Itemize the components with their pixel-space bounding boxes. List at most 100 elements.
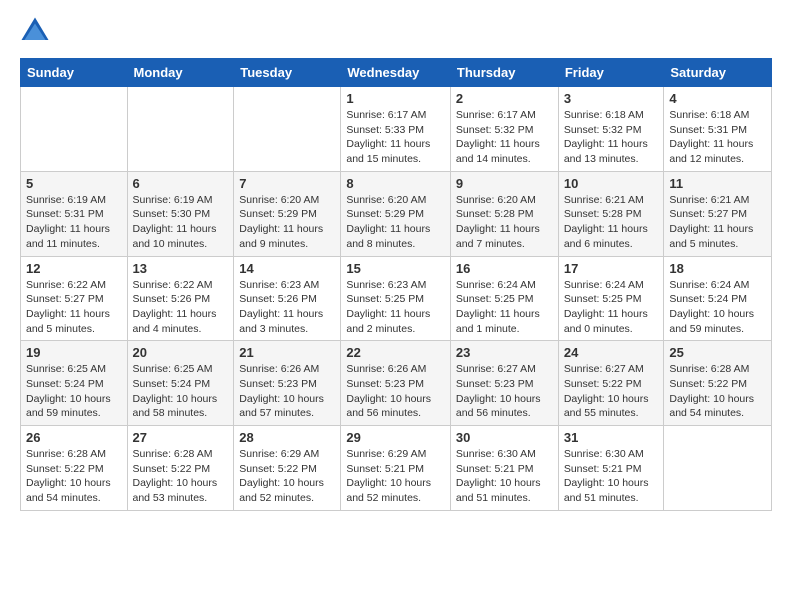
day-cell: 3 Sunrise: 6:18 AM Sunset: 5:32 PM Daylig…	[558, 87, 664, 172]
day-number: 17	[564, 261, 659, 276]
day-number: 21	[239, 345, 335, 360]
day-info: Sunrise: 6:20 AM Sunset: 5:29 PM Dayligh…	[346, 193, 445, 252]
day-info: Sunrise: 6:20 AM Sunset: 5:28 PM Dayligh…	[456, 193, 553, 252]
day-number: 29	[346, 430, 445, 445]
day-info: Sunrise: 6:27 AM Sunset: 5:23 PM Dayligh…	[456, 362, 553, 421]
day-info: Sunrise: 6:30 AM Sunset: 5:21 PM Dayligh…	[564, 447, 659, 506]
day-cell	[127, 87, 234, 172]
day-cell: 6 Sunrise: 6:19 AM Sunset: 5:30 PM Daylig…	[127, 171, 234, 256]
day-cell: 26Sunrise: 6:28 AM Sunset: 5:22 PM Dayli…	[21, 426, 128, 511]
day-info: Sunrise: 6:24 AM Sunset: 5:25 PM Dayligh…	[564, 278, 659, 337]
day-number: 23	[456, 345, 553, 360]
day-info: Sunrise: 6:29 AM Sunset: 5:22 PM Dayligh…	[239, 447, 335, 506]
day-number: 25	[669, 345, 766, 360]
day-number: 13	[133, 261, 229, 276]
day-info: Sunrise: 6:29 AM Sunset: 5:21 PM Dayligh…	[346, 447, 445, 506]
day-info: Sunrise: 6:21 AM Sunset: 5:28 PM Dayligh…	[564, 193, 659, 252]
logo	[20, 16, 54, 46]
day-number: 18	[669, 261, 766, 276]
day-cell: 24 Sunrise: 6:27 AM Sunset: 5:22 PM Dayli…	[558, 341, 664, 426]
day-info: Sunrise: 6:26 AM Sunset: 5:23 PM Dayligh…	[239, 362, 335, 421]
day-info: Sunrise: 6:25 AM Sunset: 5:24 PM Dayligh…	[26, 362, 122, 421]
header-row: SundayMondayTuesdayWednesdayThursdayFrid…	[21, 59, 772, 87]
header-day-thursday: Thursday	[450, 59, 558, 87]
day-number: 10	[564, 176, 659, 191]
day-number: 2	[456, 91, 553, 106]
day-cell: 25Sunrise: 6:28 AM Sunset: 5:22 PM Dayli…	[664, 341, 772, 426]
week-row-3: 12 Sunrise: 6:22 AM Sunset: 5:27 PM Dayli…	[21, 256, 772, 341]
day-number: 24	[564, 345, 659, 360]
day-number: 16	[456, 261, 553, 276]
header-day-saturday: Saturday	[664, 59, 772, 87]
header	[20, 16, 772, 46]
day-number: 30	[456, 430, 553, 445]
day-cell	[21, 87, 128, 172]
day-number: 19	[26, 345, 122, 360]
header-day-wednesday: Wednesday	[341, 59, 451, 87]
day-number: 5	[26, 176, 122, 191]
day-cell: 7 Sunrise: 6:20 AM Sunset: 5:29 PM Daylig…	[234, 171, 341, 256]
day-number: 28	[239, 430, 335, 445]
day-number: 4	[669, 91, 766, 106]
day-info: Sunrise: 6:22 AM Sunset: 5:27 PM Dayligh…	[26, 278, 122, 337]
day-number: 11	[669, 176, 766, 191]
day-cell: 23 Sunrise: 6:27 AM Sunset: 5:23 PM Dayli…	[450, 341, 558, 426]
day-info: Sunrise: 6:27 AM Sunset: 5:22 PM Dayligh…	[564, 362, 659, 421]
day-number: 7	[239, 176, 335, 191]
day-number: 3	[564, 91, 659, 106]
day-number: 31	[564, 430, 659, 445]
day-number: 12	[26, 261, 122, 276]
day-cell	[664, 426, 772, 511]
day-number: 6	[133, 176, 229, 191]
day-cell: 19 Sunrise: 6:25 AM Sunset: 5:24 PM Dayli…	[21, 341, 128, 426]
day-cell: 12 Sunrise: 6:22 AM Sunset: 5:27 PM Dayli…	[21, 256, 128, 341]
day-info: Sunrise: 6:19 AM Sunset: 5:31 PM Dayligh…	[26, 193, 122, 252]
logo-icon	[20, 16, 50, 46]
day-number: 22	[346, 345, 445, 360]
day-number: 20	[133, 345, 229, 360]
day-number: 9	[456, 176, 553, 191]
day-info: Sunrise: 6:30 AM Sunset: 5:21 PM Dayligh…	[456, 447, 553, 506]
day-cell: 18Sunrise: 6:24 AM Sunset: 5:24 PM Dayli…	[664, 256, 772, 341]
day-info: Sunrise: 6:26 AM Sunset: 5:23 PM Dayligh…	[346, 362, 445, 421]
day-cell: 9 Sunrise: 6:20 AM Sunset: 5:28 PM Daylig…	[450, 171, 558, 256]
day-cell: 2 Sunrise: 6:17 AM Sunset: 5:32 PM Daylig…	[450, 87, 558, 172]
day-cell: 14 Sunrise: 6:23 AM Sunset: 5:26 PM Dayli…	[234, 256, 341, 341]
header-day-sunday: Sunday	[21, 59, 128, 87]
day-cell: 15 Sunrise: 6:23 AM Sunset: 5:25 PM Dayli…	[341, 256, 451, 341]
day-cell: 1Sunrise: 6:17 AM Sunset: 5:33 PM Daylig…	[341, 87, 451, 172]
day-info: Sunrise: 6:18 AM Sunset: 5:31 PM Dayligh…	[669, 108, 766, 167]
day-cell: 13 Sunrise: 6:22 AM Sunset: 5:26 PM Dayli…	[127, 256, 234, 341]
day-number: 15	[346, 261, 445, 276]
day-number: 14	[239, 261, 335, 276]
day-info: Sunrise: 6:17 AM Sunset: 5:32 PM Dayligh…	[456, 108, 553, 167]
header-day-friday: Friday	[558, 59, 664, 87]
day-cell: 4 Sunrise: 6:18 AM Sunset: 5:31 PM Daylig…	[664, 87, 772, 172]
day-cell: 31 Sunrise: 6:30 AM Sunset: 5:21 PM Dayli…	[558, 426, 664, 511]
day-info: Sunrise: 6:19 AM Sunset: 5:30 PM Dayligh…	[133, 193, 229, 252]
day-cell: 27Sunrise: 6:28 AM Sunset: 5:22 PM Dayli…	[127, 426, 234, 511]
day-info: Sunrise: 6:23 AM Sunset: 5:26 PM Dayligh…	[239, 278, 335, 337]
day-number: 26	[26, 430, 122, 445]
header-day-tuesday: Tuesday	[234, 59, 341, 87]
day-cell: 5 Sunrise: 6:19 AM Sunset: 5:31 PM Daylig…	[21, 171, 128, 256]
header-day-monday: Monday	[127, 59, 234, 87]
day-info: Sunrise: 6:23 AM Sunset: 5:25 PM Dayligh…	[346, 278, 445, 337]
day-info: Sunrise: 6:18 AM Sunset: 5:32 PM Dayligh…	[564, 108, 659, 167]
day-info: Sunrise: 6:17 AM Sunset: 5:33 PM Dayligh…	[346, 108, 445, 167]
day-cell: 11 Sunrise: 6:21 AM Sunset: 5:27 PM Dayli…	[664, 171, 772, 256]
day-cell: 20Sunrise: 6:25 AM Sunset: 5:24 PM Dayli…	[127, 341, 234, 426]
day-cell: 16Sunrise: 6:24 AM Sunset: 5:25 PM Dayli…	[450, 256, 558, 341]
calendar-table: SundayMondayTuesdayWednesdayThursdayFrid…	[20, 58, 772, 511]
day-cell: 30 Sunrise: 6:30 AM Sunset: 5:21 PM Dayli…	[450, 426, 558, 511]
day-info: Sunrise: 6:20 AM Sunset: 5:29 PM Dayligh…	[239, 193, 335, 252]
week-row-5: 26Sunrise: 6:28 AM Sunset: 5:22 PM Dayli…	[21, 426, 772, 511]
day-cell: 17 Sunrise: 6:24 AM Sunset: 5:25 PM Dayli…	[558, 256, 664, 341]
day-number: 8	[346, 176, 445, 191]
day-cell	[234, 87, 341, 172]
day-info: Sunrise: 6:22 AM Sunset: 5:26 PM Dayligh…	[133, 278, 229, 337]
day-cell: 29 Sunrise: 6:29 AM Sunset: 5:21 PM Dayli…	[341, 426, 451, 511]
day-number: 27	[133, 430, 229, 445]
day-cell: 21 Sunrise: 6:26 AM Sunset: 5:23 PM Dayli…	[234, 341, 341, 426]
day-info: Sunrise: 6:21 AM Sunset: 5:27 PM Dayligh…	[669, 193, 766, 252]
